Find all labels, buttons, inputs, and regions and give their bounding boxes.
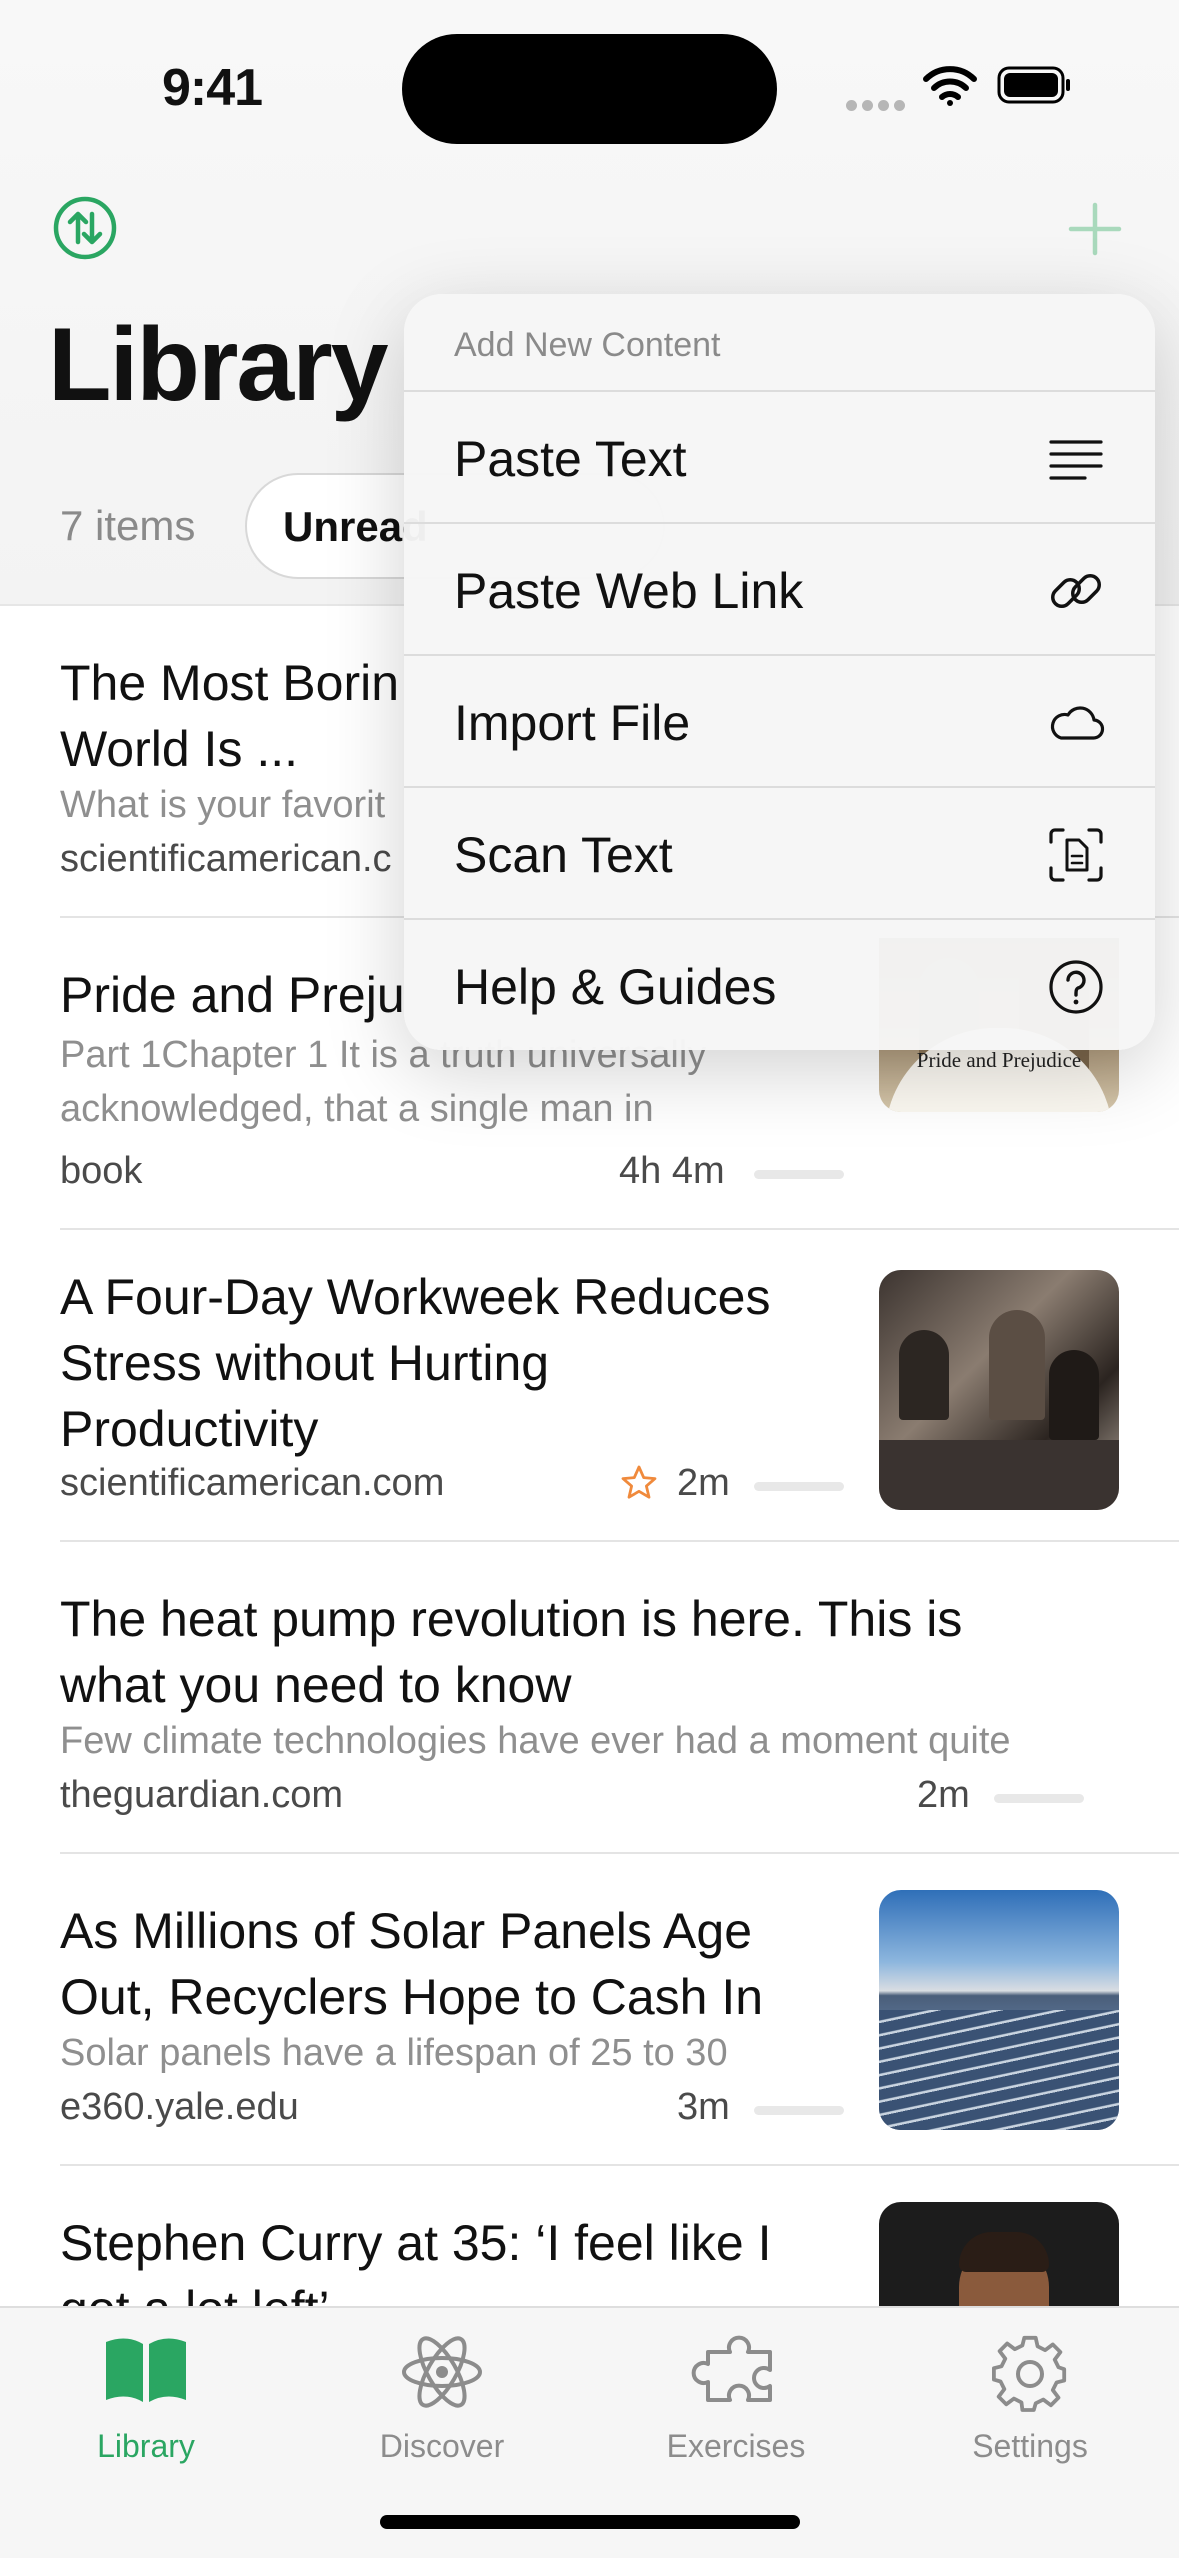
item-read-time: 2m <box>917 1774 970 1816</box>
item-source: scientificamerican.c <box>60 838 392 880</box>
item-source: e360.yale.edu <box>60 2086 299 2128</box>
item-progress-bar <box>754 2106 844 2115</box>
page-title: Library <box>48 307 389 423</box>
text-lines-icon <box>1049 440 1103 480</box>
item-progress-bar <box>994 1794 1084 1803</box>
solar-panels-thumbnail <box>879 1890 1119 2130</box>
book-cover-caption: Pride and Prejudice <box>916 1048 1082 1072</box>
item-read-time: 3m <box>677 2086 730 2128</box>
book-icon <box>106 2338 186 2402</box>
tab-settings[interactable]: Settings <box>920 2330 1140 2470</box>
item-count: 7 items <box>60 502 196 549</box>
menu-item-label: Scan Text <box>454 827 673 883</box>
sort-arrows-icon <box>53 196 117 260</box>
item-title: Stephen Curry at 35: ‘I feel like I <box>60 2215 772 2271</box>
tab-library[interactable]: Library <box>36 2330 256 2470</box>
item-description: acknowledged, that a single man in <box>60 1088 654 1130</box>
tab-label: Library <box>97 2428 195 2464</box>
menu-item-import-file[interactable]: Import File <box>404 654 1155 788</box>
item-description: What is your favorit <box>60 784 386 826</box>
item-read-time: 2m <box>677 1462 730 1504</box>
plus-icon <box>1068 202 1122 256</box>
list-item[interactable]: A Four-Day Workweek Reduces Stress witho… <box>60 1230 1179 1542</box>
item-title: A Four-Day Workweek Reduces <box>60 1269 771 1325</box>
tab-label: Discover <box>379 2428 505 2464</box>
battery-icon <box>997 66 1071 104</box>
item-title: The heat pump revolution is here. This i… <box>60 1591 963 1647</box>
menu-item-paste-text[interactable]: Paste Text <box>404 390 1155 524</box>
menu-item-label: Help & Guides <box>454 959 777 1015</box>
item-title: Productivity <box>60 1401 319 1457</box>
tab-label: Settings <box>972 2428 1088 2464</box>
tab-discover[interactable]: Discover <box>332 2330 552 2470</box>
scan-document-icon <box>1049 828 1103 882</box>
list-item[interactable]: The heat pump revolution is here. This i… <box>60 1542 1179 1854</box>
wifi-icon <box>923 66 977 111</box>
add-content-menu: Add New Content Paste Text Paste Web Lin… <box>404 294 1155 1050</box>
dynamic-island <box>402 34 777 144</box>
item-title: Stress without Hurting <box>60 1335 550 1391</box>
item-title: Out, Recyclers Hope to Cash In <box>60 1969 764 2025</box>
cellular-dots-icon <box>846 98 910 116</box>
item-description: Few climate technologies have ever had a… <box>60 1720 1011 1762</box>
star-icon[interactable] <box>620 1464 658 1502</box>
menu-item-help-guides[interactable]: Help & Guides <box>404 918 1155 1050</box>
status-time: 9:41 <box>162 59 263 117</box>
list-item[interactable]: As Millions of Solar Panels Age Out, Rec… <box>60 1854 1179 2166</box>
item-progress-bar <box>754 1482 844 1491</box>
item-title: The Most Borin <box>60 655 400 711</box>
item-source: scientificamerican.com <box>60 1462 445 1504</box>
puzzle-icon <box>691 2335 772 2402</box>
office-photo-thumbnail <box>879 1270 1119 1510</box>
home-indicator <box>380 2515 800 2529</box>
item-title: Pride and Preju <box>60 967 405 1023</box>
menu-item-scan-text[interactable]: Scan Text <box>404 786 1155 920</box>
item-title: what you need to know <box>60 1657 572 1713</box>
menu-heading: Add New Content <box>454 326 721 364</box>
item-title: World Is ... <box>60 721 299 777</box>
menu-item-label: Import File <box>454 695 691 751</box>
link-icon <box>1051 574 1101 608</box>
menu-item-paste-web-link[interactable]: Paste Web Link <box>404 522 1155 656</box>
item-source: book <box>60 1150 143 1192</box>
tab-exercises[interactable]: Exercises <box>626 2330 846 2470</box>
gear-icon <box>991 2335 1067 2412</box>
add-content-button[interactable] <box>1068 202 1122 256</box>
item-title: As Millions of Solar Panels Age <box>60 1903 753 1959</box>
item-progress-bar <box>754 1170 844 1179</box>
item-read-time: 4h 4m <box>619 1150 725 1192</box>
question-circle-icon <box>1049 960 1103 1014</box>
tab-label: Exercises <box>666 2428 806 2464</box>
menu-item-label: Paste Text <box>454 431 687 487</box>
cloud-icon <box>1050 706 1105 740</box>
item-description: Solar panels have a lifespan of 25 to 30 <box>60 2032 728 2074</box>
menu-item-label: Paste Web Link <box>454 563 804 619</box>
atom-icon <box>402 2336 482 2408</box>
sort-button[interactable] <box>53 196 117 260</box>
item-source: theguardian.com <box>60 1774 344 1816</box>
